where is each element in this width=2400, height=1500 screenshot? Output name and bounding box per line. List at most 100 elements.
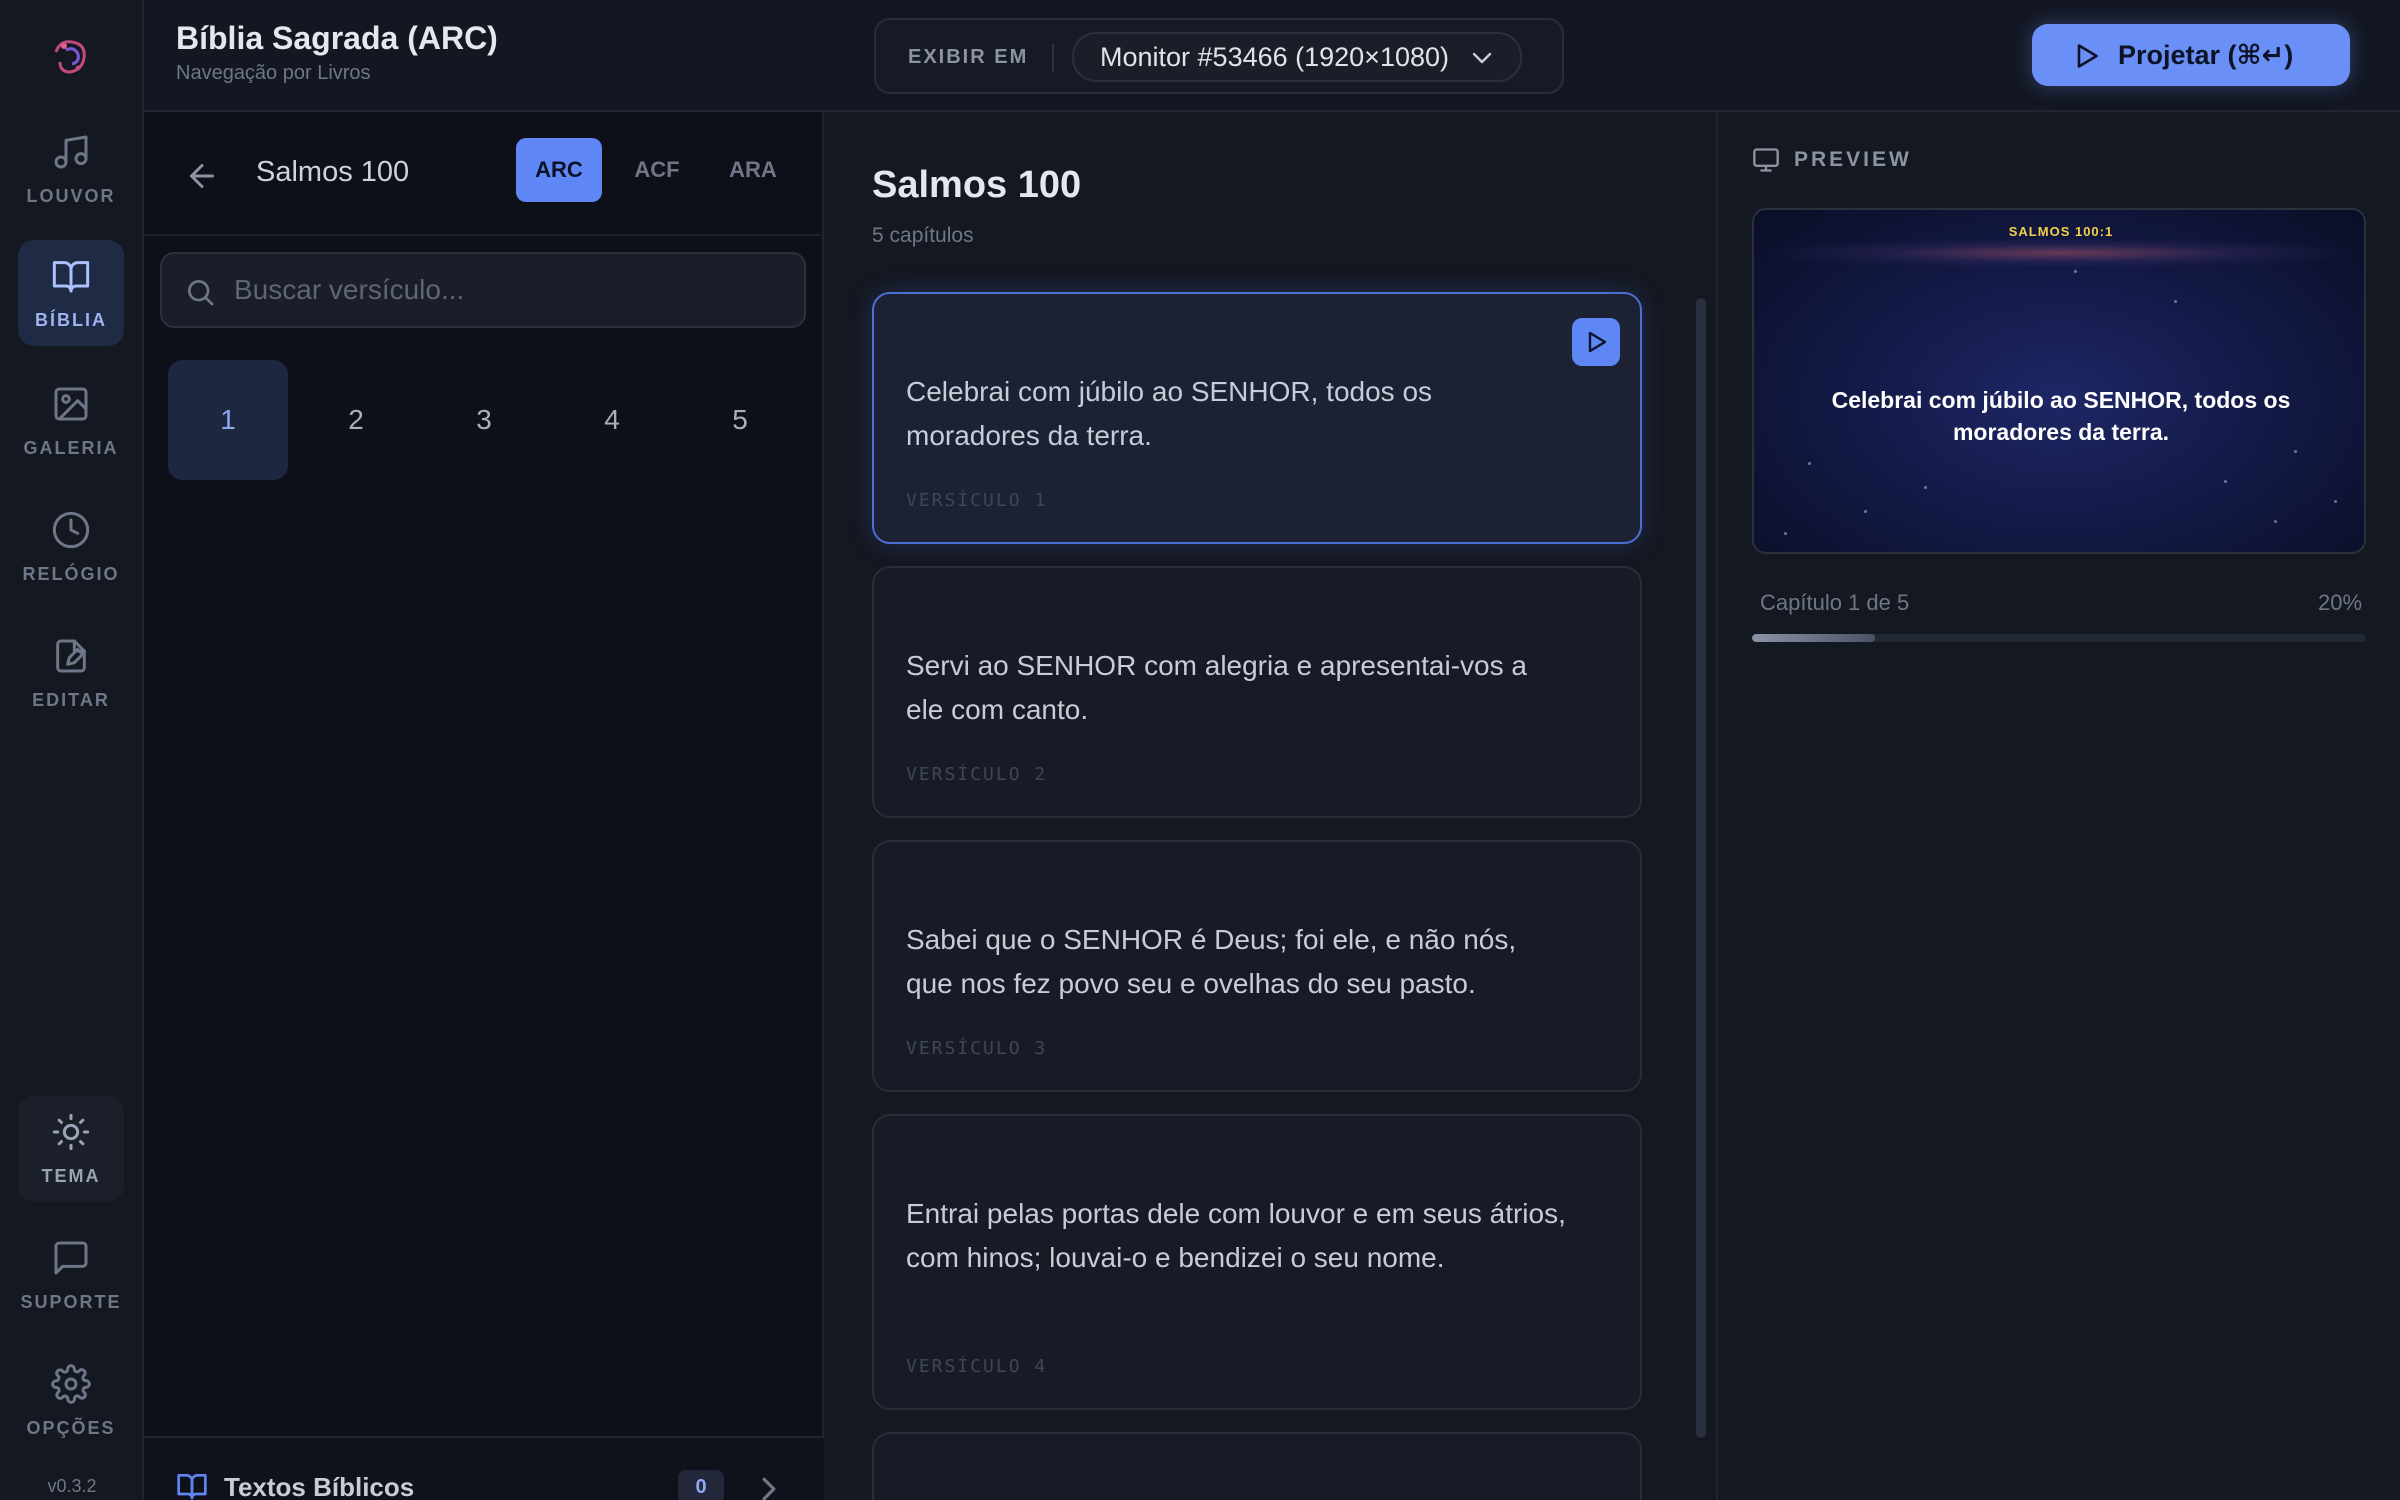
verse-card[interactable]: Sabei que o SENHOR é Deus; foi ele, e nã… — [872, 840, 1642, 1092]
rail-item-galeria[interactable]: GALERIA — [18, 368, 124, 474]
star-particle — [2074, 270, 2077, 273]
chapter-button-1[interactable]: 1 — [168, 360, 288, 480]
chapter-button-2[interactable]: 2 — [296, 360, 416, 480]
project-button-label: Projetar (⌘↵) — [2118, 39, 2294, 70]
rail-item-tema[interactable]: TEMA — [18, 1096, 124, 1202]
preview-reference: SALMOS 100:1 — [2008, 224, 2114, 239]
book-icon — [177, 1474, 207, 1500]
chapter-bar: Salmos 100 ARC ACF ARA — [144, 112, 824, 236]
star-particle — [2274, 520, 2277, 523]
back-arrow-icon[interactable] — [184, 158, 220, 194]
count-badge: 0 — [678, 1470, 724, 1500]
app-logo-icon — [54, 40, 86, 74]
version-button-arc[interactable]: ARC — [516, 138, 602, 202]
clock-icon — [52, 511, 90, 548]
panel-subtitle: Navegação por Livros — [176, 62, 371, 84]
verse-search — [160, 252, 806, 328]
panel-title: Bíblia Sagrada (ARC) — [176, 20, 498, 56]
display-target-group: EXIBIR EM Monitor #53466 (1920×1080) — [874, 18, 1564, 94]
rail-item-label: EDITAR — [32, 689, 110, 710]
verse-card[interactable]: Entrai pelas portas dele com louvor e em… — [872, 1114, 1642, 1410]
rail-item-label: RELÓGIO — [22, 563, 120, 584]
preview-glow — [1754, 238, 2364, 268]
rail-item-label: SUPORTE — [20, 1291, 122, 1312]
display-label: EXIBIR EM — [908, 46, 1029, 68]
chapter-progress-bar — [1752, 634, 2366, 642]
chevron-right-icon — [762, 1477, 776, 1500]
play-verse-button[interactable] — [1572, 318, 1620, 366]
verse-card[interactable]: Celebrai com júbilo ao SENHOR, todos os … — [872, 292, 1642, 544]
star-particle — [1784, 532, 1787, 535]
preview-verse-text: Celebrai com júbilo ao SENHOR, todos os … — [1831, 387, 2291, 445]
chapter-button-4[interactable]: 4 — [552, 360, 672, 480]
preview-panel: PREVIEW SALMOS 100:1 Celebrai com júbilo… — [1718, 112, 2400, 1500]
verse-number: VERSÍCULO 4 — [906, 1356, 1048, 1377]
biblical-texts-footer[interactable]: Textos Bíblicos 0 — [144, 1436, 824, 1500]
scrollbar[interactable] — [1696, 298, 1706, 1448]
chapter-button-5[interactable]: 5 — [680, 360, 800, 480]
rail-item-label: TEMA — [41, 1165, 101, 1186]
top-bar: EXIBIR EM Monitor #53466 (1920×1080) Pro… — [824, 0, 2400, 112]
divider — [1052, 44, 1054, 72]
music-icon — [54, 135, 88, 168]
star-particle — [2294, 450, 2297, 453]
search-icon — [188, 280, 214, 306]
rail-item-relogio[interactable]: RELÓGIO — [18, 494, 124, 600]
rail-item-label: OPÇÕES — [26, 1417, 116, 1438]
book-icon — [52, 260, 90, 292]
chat-icon — [54, 1241, 88, 1274]
search-input[interactable] — [234, 264, 794, 316]
rail-item-editar[interactable]: EDITAR — [18, 620, 124, 726]
rail-item-label: BÍBLIA — [35, 309, 107, 330]
verse-card[interactable]: Servi ao SENHOR com alegria e apresentai… — [872, 566, 1642, 818]
panel-header: Bíblia Sagrada (ARC) Navegação por Livro… — [144, 0, 824, 112]
app-version: v0.3.2 — [47, 1476, 97, 1496]
star-particle — [2174, 300, 2177, 303]
verse-number: VERSÍCULO 2 — [906, 764, 1048, 785]
verse-text: Entrai pelas portas dele com louvor e em… — [906, 1198, 1566, 1273]
rail-item-label: GALERIA — [23, 437, 119, 458]
rail-item-opcoes[interactable]: OPÇÕES — [18, 1348, 124, 1454]
monitor-icon — [1753, 148, 1779, 172]
star-particle — [1924, 486, 1927, 489]
star-particle — [1864, 510, 1867, 513]
verse-text: Servi ao SENHOR com alegria e apresentai… — [906, 650, 1527, 725]
chapter-progress-label: Capítulo 1 de 5 — [1760, 590, 1910, 615]
chapter-progress-percent: 20% — [2318, 590, 2363, 615]
rail-item-suporte[interactable]: SUPORTE — [18, 1222, 124, 1328]
chevron-down-icon — [1472, 52, 1492, 64]
star-particle — [2224, 480, 2227, 483]
version-button-ara[interactable]: ARA — [710, 138, 796, 202]
play-icon — [1588, 331, 1607, 353]
sun-icon — [52, 1113, 90, 1150]
star-particle — [2334, 500, 2337, 503]
biblical-texts-label: Textos Bíblicos — [224, 1472, 415, 1500]
preview-heading: PREVIEW — [1794, 148, 1912, 171]
rail-item-biblia[interactable]: BÍBLIA — [18, 240, 124, 346]
verse-number: VERSÍCULO 1 — [906, 490, 1048, 511]
app-rail: LOUVOR BÍBLIA GALERIA RELÓGIO EDITAR TEM… — [0, 0, 144, 1500]
verse-card[interactable] — [872, 1432, 1642, 1500]
preview-screen: SALMOS 100:1 Celebrai com júbilo ao SENH… — [1752, 208, 2366, 554]
verse-text: Sabei que o SENHOR é Deus; foi ele, e nã… — [906, 924, 1517, 999]
bible-panel: Bíblia Sagrada (ARC) Navegação por Livro… — [144, 0, 824, 1500]
gear-icon — [51, 1363, 91, 1404]
page-title: Salmos 100 — [872, 164, 1082, 206]
version-button-acf[interactable]: ACF — [614, 138, 700, 202]
monitor-select[interactable]: Monitor #53466 (1920×1080) — [1072, 32, 1522, 82]
edit-icon — [56, 639, 86, 672]
scrollbar-thumb[interactable] — [1696, 298, 1706, 1438]
star-particle — [1808, 462, 1811, 465]
play-icon — [2077, 44, 2098, 68]
monitor-select-value: Monitor #53466 (1920×1080) — [1100, 41, 1450, 72]
rail-item-louvor[interactable]: LOUVOR — [18, 116, 124, 222]
verse-list-panel: Salmos 100 5 capítulos Celebrai com júbi… — [824, 112, 1718, 1500]
chapter-button-3[interactable]: 3 — [424, 360, 544, 480]
verse-number: VERSÍCULO 3 — [906, 1038, 1048, 1059]
verse-text: Celebrai com júbilo ao SENHOR, todos os … — [906, 376, 1433, 451]
chapter-progress-fill — [1752, 634, 1875, 642]
rail-item-label: LOUVOR — [26, 185, 116, 206]
project-button[interactable]: Projetar (⌘↵) — [2032, 24, 2350, 86]
page-subtitle: 5 capítulos — [872, 224, 974, 247]
chapter-heading: Salmos 100 — [256, 156, 410, 188]
